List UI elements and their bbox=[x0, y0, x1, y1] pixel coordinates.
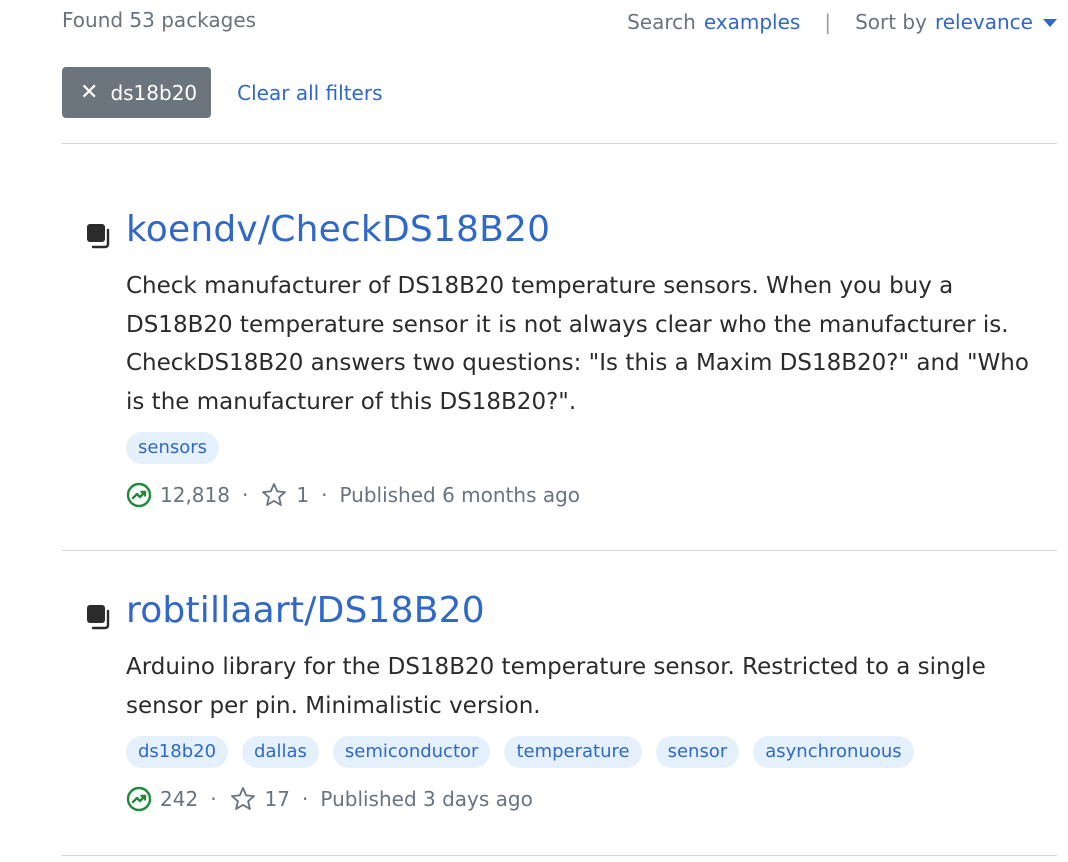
trending-up-icon bbox=[126, 482, 152, 508]
results-count: Found 53 packages bbox=[62, 8, 257, 32]
header-controls: Search examples | Sort by relevance bbox=[627, 10, 1057, 34]
published-date: Published 3 days ago bbox=[320, 787, 533, 811]
tag-sensor[interactable]: sensor bbox=[655, 736, 740, 768]
meta-separator: · bbox=[241, 483, 249, 507]
search-examples-link[interactable]: examples bbox=[704, 10, 801, 34]
results-panel: Found 53 packages Search examples | Sort… bbox=[62, 0, 1057, 856]
published-date: Published 6 months ago bbox=[339, 483, 581, 507]
package-tags: ds18b20 dallas semiconductor temperature… bbox=[126, 736, 914, 768]
search-label: Search bbox=[627, 10, 696, 34]
package-meta: 12,818 · 1 · Published 6 months ago bbox=[126, 481, 580, 509]
package-title-link[interactable]: koendv/CheckDS18B20 bbox=[126, 209, 550, 250]
star-count: 17 bbox=[264, 787, 290, 811]
trending-up-icon bbox=[126, 786, 152, 812]
results-header: Found 53 packages Search examples | Sort… bbox=[62, 0, 1057, 50]
tag-dallas[interactable]: dallas bbox=[242, 736, 319, 768]
package-description: Check manufacturer of DS18B20 temperatur… bbox=[126, 273, 1029, 415]
divider bbox=[62, 855, 1057, 856]
clear-filters-link[interactable]: Clear all filters bbox=[237, 81, 382, 105]
package-meta: 242 · 17 · Published 3 days ago bbox=[126, 785, 533, 813]
tag-semiconductor[interactable]: semiconductor bbox=[332, 736, 491, 768]
star-icon[interactable] bbox=[229, 785, 257, 813]
star-icon[interactable] bbox=[260, 481, 288, 509]
package-description: Arduino library for the DS18B20 temperat… bbox=[126, 654, 986, 719]
download-count: 12,818 bbox=[160, 483, 230, 507]
package-tags: sensors bbox=[126, 432, 220, 464]
tag-ds18b20[interactable]: ds18b20 bbox=[126, 736, 229, 768]
star-count: 1 bbox=[296, 483, 310, 507]
tag-asynchronuous[interactable]: asynchronuous bbox=[753, 736, 914, 768]
package-title-link[interactable]: robtillaart/DS18B20 bbox=[126, 590, 485, 631]
sort-label: Sort by bbox=[855, 10, 927, 34]
divider bbox=[62, 550, 1057, 551]
meta-separator: · bbox=[210, 787, 217, 811]
active-filters: ✕ ds18b20 Clear all filters bbox=[62, 67, 383, 118]
chevron-down-icon[interactable] bbox=[1043, 19, 1057, 27]
download-count: 242 bbox=[160, 787, 199, 811]
filter-chip-label: ds18b20 bbox=[110, 80, 198, 105]
header-divider: | bbox=[824, 10, 832, 34]
meta-separator: · bbox=[302, 787, 309, 811]
filter-chip-ds18b20[interactable]: ✕ ds18b20 bbox=[62, 67, 212, 118]
meta-separator: · bbox=[321, 483, 328, 507]
package-icon bbox=[87, 224, 110, 249]
sort-dropdown[interactable]: relevance bbox=[935, 10, 1033, 34]
tag-sensors[interactable]: sensors bbox=[126, 432, 220, 464]
divider bbox=[62, 143, 1057, 144]
package-icon bbox=[87, 605, 110, 630]
tag-temperature[interactable]: temperature bbox=[504, 736, 642, 768]
close-icon[interactable]: ✕ bbox=[80, 81, 98, 104]
